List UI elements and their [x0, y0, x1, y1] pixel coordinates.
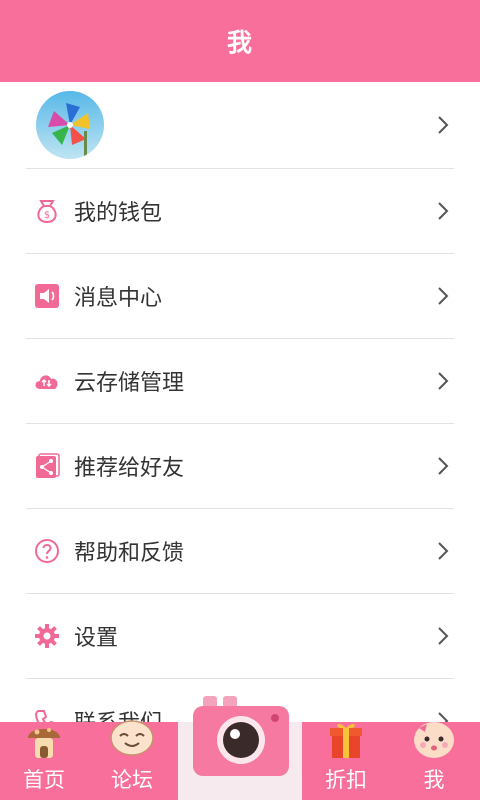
gift-box-icon	[306, 716, 386, 760]
chevron-right-icon	[438, 202, 449, 220]
top-bar: 我	[0, 0, 480, 82]
chevron-right-icon	[438, 627, 449, 645]
chevron-right-icon	[438, 287, 449, 305]
menu-item-label: 消息中心	[74, 286, 163, 311]
menu-item-settings[interactable]: 设置	[26, 594, 454, 679]
page-title: 我	[226, 28, 253, 57]
wallet-icon: $	[32, 196, 62, 226]
tab-home[interactable]: 首页	[4, 716, 84, 794]
tab-forum[interactable]: 论坛	[92, 716, 172, 794]
menu-item-label: 推荐给好友	[74, 456, 185, 481]
smiley-face-icon	[92, 716, 172, 760]
avatar[interactable]	[36, 91, 104, 159]
baby-face-icon	[394, 716, 474, 760]
tab-discount[interactable]: 折扣	[306, 716, 386, 794]
chevron-right-icon	[438, 116, 449, 134]
gear-icon	[32, 621, 62, 651]
menu-item-label: 帮助和反馈	[74, 541, 185, 566]
menu-item-label: 设置	[74, 626, 119, 651]
svg-text:$: $	[44, 210, 50, 221]
camera-icon[interactable]	[193, 696, 289, 776]
tab-label: 我	[423, 768, 445, 792]
menu-item-recommend[interactable]: 推荐给好友	[26, 424, 454, 509]
menu-list: $ 我的钱包 消息中心 云存储管理 推荐给好友 帮助和反馈 设置	[0, 82, 480, 722]
help-icon	[32, 536, 62, 566]
menu-item-cloud-storage[interactable]: 云存储管理	[26, 339, 454, 424]
share-icon	[32, 451, 62, 481]
chevron-right-icon	[438, 372, 449, 390]
tab-label: 折扣	[325, 768, 367, 792]
menu-item-label: 云存储管理	[74, 371, 185, 396]
chevron-right-icon	[438, 542, 449, 560]
mushroom-house-icon	[4, 716, 84, 760]
tab-label: 论坛	[111, 768, 153, 792]
menu-item-label: 我的钱包	[74, 201, 163, 226]
speaker-icon	[32, 281, 62, 311]
profile-row[interactable]	[26, 82, 454, 169]
cloud-sync-icon	[32, 366, 62, 396]
menu-item-help[interactable]: 帮助和反馈	[26, 509, 454, 594]
menu-item-wallet[interactable]: $ 我的钱包	[26, 169, 454, 254]
tab-me[interactable]: 我	[394, 716, 474, 794]
chevron-right-icon	[438, 457, 449, 475]
menu-item-messages[interactable]: 消息中心	[26, 254, 454, 339]
tab-label: 首页	[23, 768, 65, 792]
